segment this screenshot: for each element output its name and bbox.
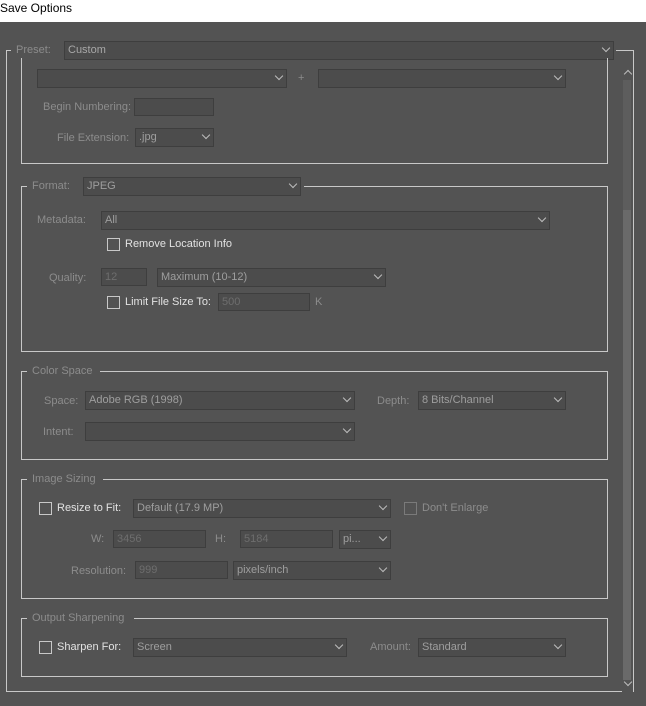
- window-title-bar: Save Options: [0, 0, 646, 22]
- resolution-unit-value: pixels/inch: [237, 564, 289, 576]
- remove-location-checkbox[interactable]: [107, 238, 120, 251]
- chevron-down-icon: [553, 640, 563, 650]
- quality-range-dropdown[interactable]: Maximum (10-12): [157, 268, 386, 287]
- height-input[interactable]: 5184: [240, 530, 333, 548]
- chevron-down-icon: [342, 424, 352, 434]
- sharpen-for-dropdown[interactable]: Screen: [133, 638, 347, 657]
- naming-dropdown-2[interactable]: [318, 69, 566, 88]
- plus-label: +: [298, 72, 305, 84]
- color-space-top-right: [100, 371, 608, 372]
- intent-dropdown[interactable]: [85, 422, 355, 441]
- format-label: Format:: [32, 180, 70, 192]
- dont-enlarge-checkbox[interactable]: [404, 502, 417, 515]
- metadata-value: All: [105, 214, 118, 226]
- limit-file-size-checkbox[interactable]: [107, 296, 120, 309]
- chevron-down-icon: [201, 130, 211, 140]
- image-sizing-top-left: [21, 479, 27, 480]
- color-space-top-left: [21, 371, 27, 372]
- chevron-down-icon: [537, 213, 547, 223]
- resolution-input[interactable]: 999: [135, 561, 228, 579]
- output-sharpening-title: Output Sharpening: [32, 612, 125, 624]
- size-unit-dropdown[interactable]: pi...: [339, 530, 391, 549]
- scrollbar-track-upper: [623, 80, 631, 210]
- chevron-down-icon: [601, 43, 611, 53]
- window-title: Save Options: [0, 1, 73, 15]
- limit-file-size-input[interactable]: 500: [218, 293, 310, 311]
- scrollbar-thumb[interactable]: [623, 210, 631, 680]
- chevron-down-icon: [342, 393, 352, 403]
- space-value: Adobe RGB (1998): [89, 394, 183, 406]
- color-space-group: [21, 371, 608, 460]
- chevron-down-icon: [334, 640, 344, 650]
- format-dropdown[interactable]: JPEG: [83, 177, 301, 196]
- chevron-down-icon: [378, 501, 388, 511]
- amount-label: Amount:: [370, 641, 411, 653]
- size-unit-value: pi...: [343, 533, 361, 545]
- preset-value: Custom: [68, 44, 106, 56]
- color-space-title: Color Space: [32, 365, 93, 377]
- resize-to-fit-value: Default (17.9 MP): [137, 502, 224, 514]
- outer-frame-bottom: [6, 691, 634, 692]
- chevron-down-icon: [373, 270, 383, 280]
- outer-frame-right: [633, 50, 634, 691]
- width-label: W:: [91, 533, 105, 545]
- file-extension-value: .jpg: [139, 131, 157, 143]
- output-sharpening-top-right: [134, 618, 608, 619]
- depth-value: 8 Bits/Channel: [422, 394, 494, 406]
- amount-dropdown[interactable]: Standard: [418, 638, 566, 657]
- amount-value: Standard: [422, 641, 467, 653]
- limit-file-size-unit: K: [315, 296, 323, 308]
- outer-frame-left: [6, 50, 7, 691]
- quality-input[interactable]: 12: [101, 268, 147, 286]
- image-sizing-top-right: [103, 479, 608, 480]
- space-label: Space:: [44, 395, 79, 407]
- chevron-down-icon: [378, 532, 388, 542]
- chevron-down-icon: [274, 71, 284, 81]
- sharpen-for-checkbox[interactable]: [39, 641, 52, 654]
- resolution-label: Resolution:: [71, 565, 127, 577]
- depth-dropdown[interactable]: 8 Bits/Channel: [418, 391, 566, 410]
- intent-label: Intent:: [43, 426, 74, 438]
- remove-location-label: Remove Location Info: [125, 238, 233, 250]
- format-group-top-left: [21, 186, 27, 187]
- space-dropdown[interactable]: Adobe RGB (1998): [85, 391, 355, 410]
- preset-label: Preset:: [16, 44, 51, 56]
- chevron-down-icon: [378, 563, 388, 573]
- resolution-unit-dropdown[interactable]: pixels/inch: [233, 561, 391, 580]
- format-group-top-right: [304, 186, 608, 187]
- naming-dropdown-1[interactable]: [37, 69, 287, 88]
- quality-label: Quality:: [49, 272, 87, 284]
- file-extension-dropdown[interactable]: .jpg: [135, 128, 214, 147]
- quality-range-value: Maximum (10-12): [161, 271, 248, 283]
- width-input[interactable]: 3456: [113, 530, 206, 548]
- depth-label: Depth:: [377, 395, 410, 407]
- image-sizing-title: Image Sizing: [32, 473, 96, 485]
- resize-to-fit-dropdown[interactable]: Default (17.9 MP): [133, 499, 391, 518]
- resize-to-fit-label: Resize to Fit:: [57, 502, 122, 514]
- chevron-down-icon: [553, 71, 563, 81]
- chevron-down-icon: [553, 393, 563, 403]
- metadata-label: Metadata:: [37, 214, 86, 226]
- output-sharpening-top-left: [21, 618, 27, 619]
- limit-file-size-label: Limit File Size To:: [125, 296, 211, 308]
- sharpen-for-value: Screen: [137, 641, 172, 653]
- file-extension-label: File Extension:: [57, 132, 130, 144]
- height-label: H:: [215, 533, 226, 545]
- chevron-down-icon: [288, 179, 298, 189]
- outer-frame-top-right: [616, 50, 633, 51]
- begin-numbering-input[interactable]: [134, 98, 214, 116]
- metadata-dropdown[interactable]: All: [101, 211, 550, 230]
- dont-enlarge-label: Don't Enlarge: [422, 502, 489, 514]
- sharpen-for-label: Sharpen For:: [57, 641, 122, 653]
- begin-numbering-label: Begin Numbering:: [43, 101, 132, 113]
- resize-to-fit-checkbox[interactable]: [39, 502, 52, 515]
- format-value: JPEG: [87, 180, 116, 192]
